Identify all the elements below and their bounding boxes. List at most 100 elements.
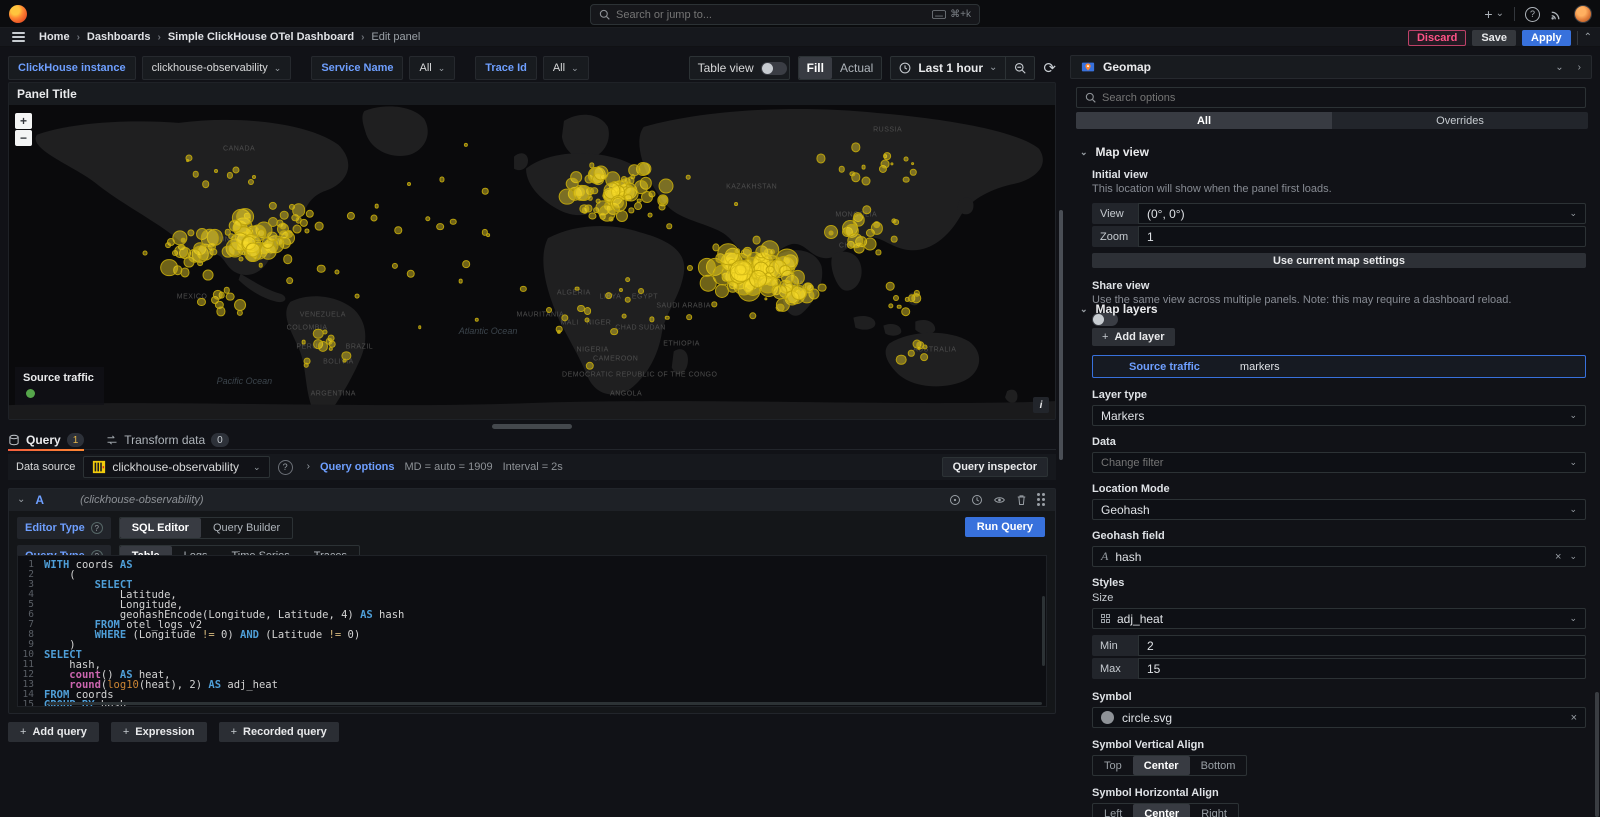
collapse-chevron-icon[interactable]: ⌄ xyxy=(17,495,25,505)
map-data-marker[interactable] xyxy=(322,330,327,335)
tab-all[interactable]: All xyxy=(1076,112,1332,129)
fill-option[interactable]: Fill xyxy=(799,57,832,79)
map-data-marker[interactable] xyxy=(829,231,834,236)
map-data-marker[interactable] xyxy=(268,217,278,227)
filter-trace-value[interactable]: All⌄ xyxy=(543,56,589,80)
map-data-marker[interactable] xyxy=(622,313,627,318)
map-data-marker[interactable] xyxy=(605,292,613,300)
menu-icon[interactable] xyxy=(12,32,25,42)
map-data-marker[interactable] xyxy=(904,157,909,162)
map-data-marker[interactable] xyxy=(658,178,673,193)
map-data-marker[interactable] xyxy=(174,245,188,259)
zoom-input[interactable]: 1 xyxy=(1138,226,1586,247)
map-data-marker[interactable] xyxy=(229,220,242,233)
options-search-field[interactable] xyxy=(1102,92,1577,104)
breadcrumb-home[interactable]: Home xyxy=(39,31,70,43)
user-avatar[interactable] xyxy=(1574,5,1592,23)
map-data-marker[interactable] xyxy=(370,215,377,222)
recorded-query-button[interactable]: +Recorded query xyxy=(219,722,339,742)
options-search[interactable] xyxy=(1076,87,1586,108)
map-data-marker[interactable] xyxy=(181,238,186,243)
map-data-marker[interactable] xyxy=(267,231,278,242)
datasource-picker[interactable]: clickhouse-observability ⌄ xyxy=(83,456,269,478)
map-data-marker[interactable] xyxy=(259,263,264,268)
map-data-marker[interactable] xyxy=(791,285,807,301)
map-data-marker[interactable] xyxy=(666,224,672,230)
symbol-select[interactable]: circle.svg× xyxy=(1092,707,1586,728)
map-data-marker[interactable] xyxy=(610,328,618,336)
layer-row-source-traffic[interactable]: Source traffic markers xyxy=(1092,355,1586,378)
map-data-marker[interactable] xyxy=(624,194,632,202)
map-data-marker[interactable] xyxy=(873,221,881,229)
map-data-marker[interactable] xyxy=(304,358,311,365)
map-data-marker[interactable] xyxy=(896,354,907,365)
map-data-marker[interactable] xyxy=(608,216,613,221)
map-data-marker[interactable] xyxy=(202,270,213,281)
min-input[interactable]: 2 xyxy=(1138,635,1586,656)
time-range-picker[interactable]: Last 1 hour ⌄ xyxy=(891,57,1005,79)
sva-top[interactable]: Top xyxy=(1093,756,1133,775)
map-data-marker[interactable] xyxy=(818,283,827,292)
search-input[interactable]: ⌘+k xyxy=(590,4,980,25)
map-data-marker[interactable] xyxy=(886,282,895,291)
map-data-marker[interactable] xyxy=(161,259,179,277)
layer-type-select[interactable]: Markers⌄ xyxy=(1092,405,1586,426)
map-data-marker[interactable] xyxy=(315,222,324,231)
map-data-marker[interactable] xyxy=(861,165,866,170)
sva-bottom[interactable]: Bottom xyxy=(1190,756,1247,775)
map-data-marker[interactable] xyxy=(239,256,244,261)
map-data-marker[interactable] xyxy=(546,307,552,313)
map-data-marker[interactable] xyxy=(593,166,608,181)
actual-option[interactable]: Actual xyxy=(832,57,881,79)
world-map[interactable]: RUSSIACANADAUNITED STATESMEXICOVENEZUELA… xyxy=(9,105,1055,419)
filter-service-value[interactable]: All⌄ xyxy=(409,56,455,80)
location-mode-select[interactable]: Geohash⌄ xyxy=(1092,499,1586,520)
use-current-map-settings-button[interactable]: Use current map settings xyxy=(1092,253,1586,268)
map-data-marker[interactable] xyxy=(634,202,642,210)
map-data-marker[interactable] xyxy=(686,314,692,320)
collapse-pane-icon[interactable]: › xyxy=(1578,62,1581,73)
map-data-marker[interactable] xyxy=(624,297,631,304)
help-icon[interactable]: ? xyxy=(1525,7,1540,22)
add-query-button[interactable]: +Add query xyxy=(8,722,99,742)
save-button[interactable]: Save xyxy=(1472,30,1516,46)
filter-instance-label[interactable]: ClickHouse instance xyxy=(8,56,136,80)
map-data-marker[interactable] xyxy=(450,219,457,226)
data-filter-input[interactable]: ⌄ xyxy=(1092,452,1586,473)
map-data-marker[interactable] xyxy=(292,225,301,234)
map-data-marker[interactable] xyxy=(839,166,846,173)
map-data-marker[interactable] xyxy=(202,180,210,188)
visualization-picker[interactable]: Geomap ⌄ › xyxy=(1070,55,1592,79)
map-data-marker[interactable] xyxy=(776,303,785,312)
map-data-marker[interactable] xyxy=(286,277,294,285)
section-map-layers[interactable]: ⌄Map layers xyxy=(1080,302,1586,316)
sidebar-scrollbar[interactable] xyxy=(1595,692,1599,817)
stats-icon[interactable] xyxy=(949,494,961,506)
table-view-toggle[interactable] xyxy=(761,62,787,75)
geohash-field-select[interactable]: Ahash×⌄ xyxy=(1092,546,1586,567)
map-data-marker[interactable] xyxy=(280,211,289,220)
map-data-marker[interactable] xyxy=(625,277,631,283)
map-data-marker[interactable] xyxy=(734,248,740,254)
map-data-marker[interactable] xyxy=(665,316,670,321)
map-info-button[interactable]: i xyxy=(1033,397,1049,413)
map-data-marker[interactable] xyxy=(482,188,489,195)
query-options-link[interactable]: Query options xyxy=(320,461,395,473)
size-field-select[interactable]: adj_heat⌄ xyxy=(1092,608,1586,629)
map-data-marker[interactable] xyxy=(863,237,876,250)
breadcrumb-dashboards[interactable]: Dashboards xyxy=(87,31,151,43)
search-field[interactable] xyxy=(616,9,932,21)
map-data-marker[interactable] xyxy=(700,275,717,292)
map-data-marker[interactable] xyxy=(226,292,235,301)
map-data-marker[interactable] xyxy=(648,212,653,217)
map-data-marker[interactable] xyxy=(301,340,306,345)
close-icon[interactable]: × xyxy=(1555,551,1561,563)
map-data-marker[interactable] xyxy=(374,204,379,209)
add-button[interactable]: +⌄ xyxy=(1484,6,1504,22)
breadcrumb-dashboard-name[interactable]: Simple ClickHouse OTel Dashboard xyxy=(168,31,354,43)
query-inspector-button[interactable]: Query inspector xyxy=(942,457,1048,477)
zoom-out-button[interactable] xyxy=(1005,57,1034,79)
map-data-marker[interactable] xyxy=(574,286,579,291)
sql-code-editor[interactable]: 1WITH coords AS2 (3 SELECT4 Latitude,5 L… xyxy=(17,555,1047,707)
trash-icon[interactable] xyxy=(1016,494,1027,506)
